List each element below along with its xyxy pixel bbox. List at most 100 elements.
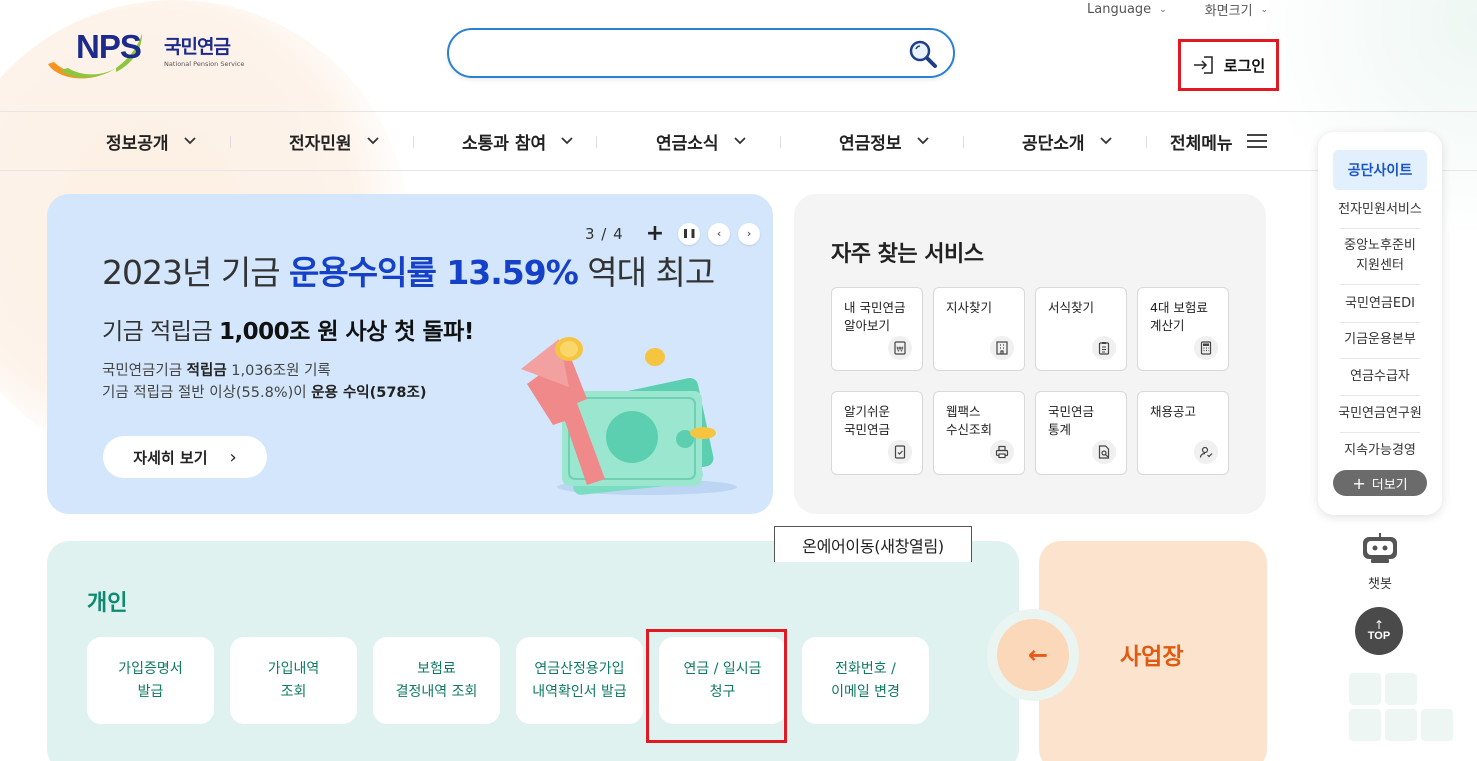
font-size-select[interactable]: 화면크기 ⌄: [1205, 0, 1268, 19]
side-divider: [1340, 358, 1420, 359]
banner-controls: 3 / 4 + ❚❚ ‹ ›: [585, 221, 761, 246]
service-label: 알아보기: [844, 318, 891, 333]
personal-service-label: 결정내역 조회: [395, 683, 478, 700]
service-webfax[interactable]: 웹팩스 수신조회: [933, 391, 1025, 475]
pension-claim-button[interactable]: 연금 / 일시금 청구: [659, 637, 786, 724]
nav-item-news[interactable]: 연금소식: [656, 112, 747, 170]
banner-title-post: 역대 최고: [577, 253, 715, 292]
chevron-down-icon: [916, 137, 929, 145]
service-insurance-calculator[interactable]: 4대 보험료 계산기: [1137, 287, 1229, 371]
personal-service-button[interactable]: 연금산정용가입 내역확인서 발급: [516, 637, 643, 724]
logo-abbr: NPS: [76, 28, 142, 65]
pause-button[interactable]: ❚❚: [678, 222, 701, 245]
side-more-button[interactable]: + 더보기: [1333, 470, 1427, 496]
personal-service-button[interactable]: 전화번호 / 이메일 변경: [802, 637, 929, 724]
chevron-down-icon: [183, 137, 196, 145]
service-form-finder[interactable]: 서식찾기: [1035, 287, 1127, 371]
side-link[interactable]: 중앙노후준비 지원센터: [1328, 236, 1432, 276]
chevron-down-icon: [561, 137, 573, 145]
personal-service-label: 청구: [709, 683, 736, 700]
nav-item-about[interactable]: 공단소개: [1022, 112, 1113, 170]
banner-more-button[interactable]: 자세히 보기 ›: [103, 436, 267, 478]
service-label: 국민연금: [1048, 404, 1095, 419]
side-link-label: 연금수급자: [1350, 369, 1410, 384]
personal-service-label: 가입증명서: [118, 660, 183, 677]
check-doc-icon: [888, 440, 912, 464]
chevron-down-icon: [1099, 137, 1112, 145]
banner-title: 2023년 기금 운용수익률 13.59% 역대 최고: [102, 246, 715, 294]
utility-menu: Language ⌄ 화면크기 ⌄: [1087, 0, 1268, 19]
service-my-pension[interactable]: 내 국민연금 알아보기 ₩: [831, 287, 923, 371]
personal-service-button[interactable]: 가입증명서 발급: [87, 637, 214, 724]
nav-separator: [1146, 136, 1147, 148]
banner-desc-text: 1,036조원 기록: [226, 363, 331, 379]
side-divider: [1340, 284, 1420, 285]
nav-item-pension-info[interactable]: 연금정보: [839, 112, 930, 170]
site-links-head[interactable]: 공단사이트: [1333, 150, 1427, 190]
personal-service-button[interactable]: 가입내역조회: [230, 637, 357, 724]
chevron-right-icon: ›: [229, 446, 237, 468]
chevron-right-icon: ›: [746, 227, 752, 240]
nav-item-community[interactable]: 소통과 참여: [462, 112, 574, 170]
chevron-down-icon: [733, 137, 746, 145]
banner-sub-bold: 1,000조 원 사상 첫 돌파!: [218, 319, 474, 345]
service-statistics[interactable]: 국민연금 통계: [1035, 391, 1127, 475]
nav-separator: [230, 136, 231, 148]
language-select[interactable]: Language ⌄: [1087, 0, 1167, 19]
service-label: 채용공고: [1150, 404, 1197, 419]
nav-item-civil[interactable]: 전자민원: [289, 112, 380, 170]
fax-icon: [990, 440, 1014, 464]
personal-service-label: 내역확인서 발급: [532, 683, 627, 700]
banner-title-highlight: 운용수익률 13.59%: [289, 253, 579, 292]
plus-icon: +: [1352, 473, 1366, 493]
side-divider: [1340, 432, 1420, 433]
service-label: 내 국민연금: [844, 300, 906, 315]
prev-button[interactable]: ‹: [708, 222, 731, 245]
chevron-down-icon: [366, 137, 379, 145]
frequent-services-panel: 자주 찾는 서비스 내 국민연금 알아보기 ₩ 지사찾기 서식찾기 4대 보험료…: [794, 194, 1266, 514]
search-icon[interactable]: [907, 38, 939, 70]
main-banner: 3 / 4 + ❚❚ ‹ › 2023년 기금 운용수익률 13.59% 역대 …: [47, 194, 773, 514]
login-button[interactable]: 로그인: [1178, 39, 1279, 91]
service-recruitment[interactable]: 채용공고: [1137, 391, 1229, 475]
side-link[interactable]: 연금수급자: [1328, 367, 1432, 387]
top-label: TOP: [1367, 630, 1391, 642]
personal-service-label: 가입내역: [267, 660, 320, 677]
banner-desc-text: 기금 적립금 절반 이상(55.8%)이: [102, 385, 312, 401]
side-link[interactable]: 기금운용본부: [1328, 330, 1432, 350]
chatbot-button[interactable]: 챗봇: [1352, 533, 1408, 597]
side-link[interactable]: 국민연금EDI: [1328, 294, 1432, 314]
service-label: 수신조회: [946, 422, 993, 437]
side-link[interactable]: 전자민원서비스: [1328, 200, 1432, 220]
service-branch-finder[interactable]: 지사찾기: [933, 287, 1025, 371]
background-squares: [1337, 671, 1477, 761]
personal-section: 개인 가입증명서 발급 가입내역 조회 보험료 결정내역 조회 연금산정용가입 내역확인…: [47, 541, 1019, 761]
chevron-down-icon: ⌄: [1260, 4, 1269, 15]
nav-separator: [413, 136, 414, 148]
side-link[interactable]: 국민연금연구원: [1328, 404, 1432, 424]
nav-separator: [780, 136, 781, 148]
side-link-label: 기금운용본부: [1344, 332, 1416, 347]
nav-item-info[interactable]: 정보공개: [106, 112, 197, 170]
business-toggle-button[interactable]: ←: [987, 609, 1079, 701]
personal-service-button[interactable]: 보험료 결정내역 조회: [373, 637, 500, 724]
nav-item-label: 전체메뉴: [1170, 133, 1233, 154]
next-button[interactable]: ›: [738, 222, 761, 245]
nav-item-all-menu[interactable]: 전체메뉴: [1170, 112, 1267, 170]
plus-icon[interactable]: +: [646, 221, 664, 246]
side-link-label: 국민연금연구원: [1338, 406, 1422, 421]
side-divider: [1340, 395, 1420, 396]
personal-service-label: 조회: [280, 683, 307, 700]
side-link[interactable]: 지속가능경영: [1328, 441, 1432, 461]
personal-service-label: 이메일 변경: [831, 683, 900, 700]
side-link-label: 국민연금EDI: [1345, 296, 1415, 311]
robot-icon: [1363, 533, 1397, 563]
arrow-up-icon: ↑: [1373, 618, 1385, 632]
search-input[interactable]: [449, 30, 889, 76]
business-label[interactable]: 사업장: [1120, 637, 1183, 671]
service-easy-pension[interactable]: 알기쉬운 국민연금: [831, 391, 923, 475]
scroll-top-button[interactable]: ↑ TOP: [1355, 607, 1403, 655]
banner-description: 국민연금기금 적립금 1,036조원 기록 기금 적립금 절반 이상(55.8%…: [102, 360, 427, 404]
logo[interactable]: NPS 국민연금 National Pension Service: [46, 28, 256, 84]
service-label: 웹팩스: [946, 404, 981, 419]
